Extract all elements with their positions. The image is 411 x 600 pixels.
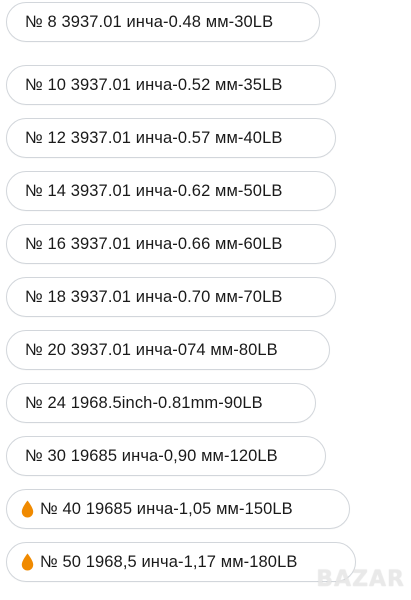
option-label: № 12 3937.01 инча-0.57 мм-40LB <box>25 128 283 147</box>
option-label: № 40 19685 инча-1,05 мм-150LB <box>40 499 293 518</box>
option-chip-no40[interactable]: № 40 19685 инча-1,05 мм-150LB <box>6 489 350 529</box>
fire-drop-icon <box>21 553 34 571</box>
option-chip-no10[interactable]: № 10 3937.01 инча-0.52 мм-35LB <box>6 65 336 105</box>
option-label: № 14 3937.01 инча-0.62 мм-50LB <box>25 181 283 200</box>
option-label: № 16 3937.01 инча-0.66 мм-60LB <box>25 234 283 253</box>
fire-drop-icon <box>21 500 34 518</box>
option-chip-no8[interactable]: № 8 3937.01 инча-0.48 мм-30LB <box>6 2 320 42</box>
option-label: № 50 1968,5 инча-1,17 мм-180LB <box>40 552 298 571</box>
option-label: № 18 3937.01 инча-0.70 мм-70LB <box>25 287 283 306</box>
option-label: № 20 3937.01 инча-074 мм-80LB <box>25 340 278 359</box>
option-label: № 30 19685 инча-0,90 мм-120LB <box>25 446 278 465</box>
option-chip-no20[interactable]: № 20 3937.01 инча-074 мм-80LB <box>6 330 330 370</box>
watermark-logo: BAZAR <box>316 567 405 592</box>
option-chip-no50[interactable]: № 50 1968,5 инча-1,17 мм-180LB <box>6 542 356 582</box>
option-chip-no14[interactable]: № 14 3937.01 инча-0.62 мм-50LB <box>6 171 336 211</box>
option-label: № 10 3937.01 инча-0.52 мм-35LB <box>25 75 283 94</box>
option-label: № 8 3937.01 инча-0.48 мм-30LB <box>25 12 274 31</box>
option-chip-no18[interactable]: № 18 3937.01 инча-0.70 мм-70LB <box>6 277 336 317</box>
option-chip-no30[interactable]: № 30 19685 инча-0,90 мм-120LB <box>6 436 326 476</box>
option-label: № 24 1968.5inch-0.81mm-90LB <box>25 393 263 412</box>
option-chip-no12[interactable]: № 12 3937.01 инча-0.57 мм-40LB <box>6 118 336 158</box>
option-chip-no16[interactable]: № 16 3937.01 инча-0.66 мм-60LB <box>6 224 336 264</box>
option-chip-no24[interactable]: № 24 1968.5inch-0.81mm-90LB <box>6 383 316 423</box>
